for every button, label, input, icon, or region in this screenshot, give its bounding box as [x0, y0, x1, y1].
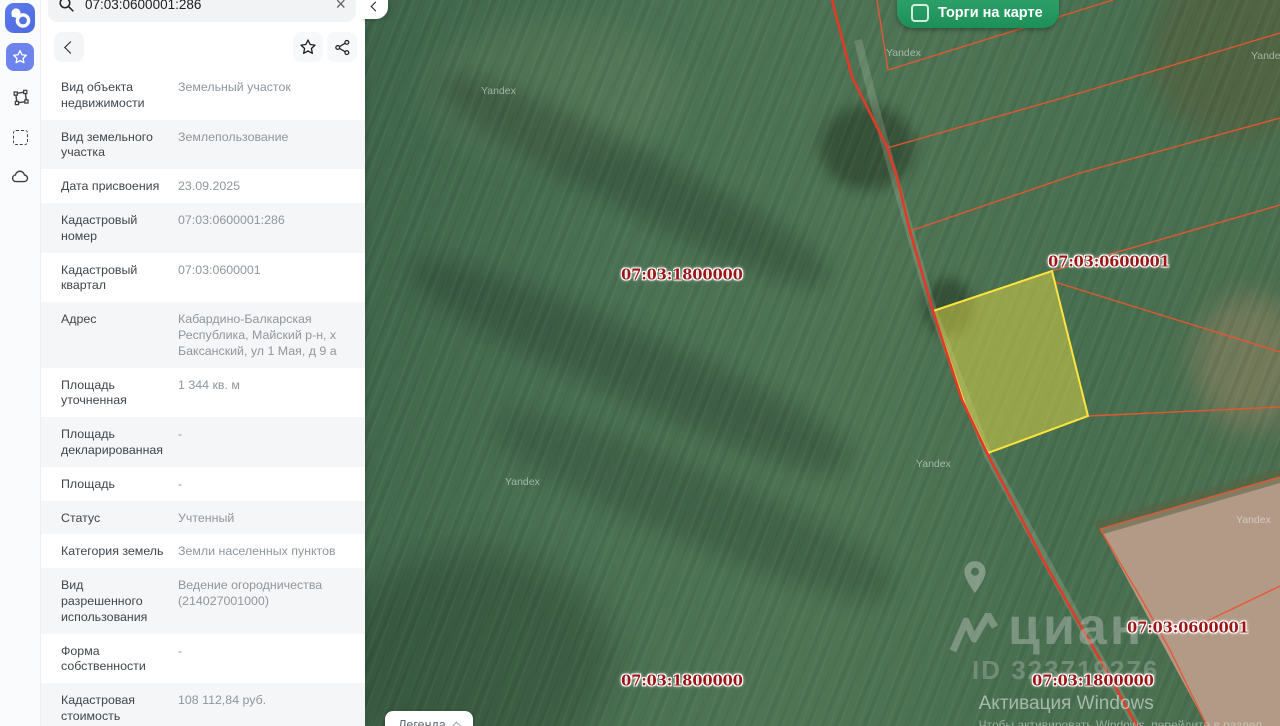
search-bar[interactable]: × [48, 0, 356, 22]
chevron-left-icon [64, 40, 77, 54]
attribute-row: Кадастровый номер 07:03:0600001:286 [40, 202, 365, 253]
attribute-value: - [178, 427, 183, 442]
attribute-label: Кадастровый номер [61, 212, 138, 243]
close-icon: × [335, 0, 346, 14]
legend-button[interactable]: Легенда [385, 711, 473, 726]
attribute-value: - [178, 643, 183, 658]
attribute-row: Вид земельного участка Землепользование [40, 119, 365, 170]
attribute-value: Ведение огородничества (214027001000) [178, 578, 323, 608]
torgi-on-map-button[interactable]: Торги на карте [897, 0, 1059, 28]
back-button[interactable] [54, 32, 84, 62]
clear-search-button[interactable]: × [335, 0, 346, 13]
share-button[interactable] [327, 32, 357, 62]
attribute-value: Учтенный [178, 510, 235, 525]
attribute-label: Вид объекта недвижимости [61, 80, 145, 110]
attribute-value: 108 112,84 руб. [178, 693, 267, 708]
attribute-row: Адрес Кабардино-Балкарская Республика, М… [40, 302, 365, 368]
attribute-value: - [178, 476, 183, 491]
attribute-row: Вид разрешенного использования Ведение о… [40, 568, 365, 634]
dashed-square-icon [12, 129, 28, 145]
attribute-label: Площадь декларированная [61, 427, 164, 457]
map-canvas[interactable]: 07:03:1800000 07:03:0600001 07:03:0600001 0… [365, 0, 1280, 726]
attribute-label: Статус [61, 510, 101, 525]
attribute-row: Кадастровый квартал 07:03:0600001 [40, 253, 365, 303]
cloud-icon [11, 170, 29, 183]
attribute-label: Площадь [61, 476, 115, 491]
attribute-label: Дата присвоения [61, 179, 160, 194]
attribute-label: Категория земель [61, 544, 164, 559]
chevron-left-icon [370, 1, 380, 12]
favorites-tool-button[interactable] [6, 43, 34, 71]
attribute-value: 1 344 кв. м [178, 377, 240, 392]
search-icon [59, 0, 74, 12]
favorite-object-button[interactable] [293, 32, 323, 62]
chevron-up-icon [451, 721, 462, 726]
app-logo-icon [11, 8, 31, 28]
attribute-value: 23.09.2025 [178, 179, 241, 194]
polygon-tool-icon [13, 89, 29, 105]
object-attributes-list: Вид объекта недвижимости Земельный участ… [40, 70, 365, 726]
attribute-value: 07:03:0600001 [178, 262, 261, 277]
star-icon [300, 39, 316, 54]
torgi-checkbox-icon[interactable] [911, 3, 929, 22]
attribute-label: Вид земельного участка [61, 129, 153, 160]
attribute-label: Форма собственности [61, 643, 146, 674]
attribute-row: Площадь уточненная 1 344 кв. м [40, 368, 365, 418]
layers-cloud-tool-button[interactable] [6, 163, 34, 191]
select-area-tool-button[interactable] [6, 123, 34, 151]
attribute-value: Землепользование [178, 129, 289, 144]
measure-polygon-tool-button[interactable] [6, 83, 34, 111]
attribute-label: Адрес [61, 312, 97, 327]
attribute-row: Статус Учтенный [40, 500, 365, 535]
cadastral-lines-layer [830, 0, 1280, 726]
attribute-row: Кадастровая стоимость 108 112,84 руб. [40, 683, 365, 726]
attribute-value: 07:03:0600001:286 [178, 212, 285, 227]
attribute-label: Площадь уточненная [61, 377, 127, 408]
share-icon [334, 39, 349, 55]
torgi-button-label: Торги на карте [938, 4, 1043, 21]
object-info-panel: × Вид объекта недвижимости Земельный уча… [40, 0, 365, 726]
attribute-label: Кадастровый квартал [61, 262, 138, 293]
attribute-label: Кадастровая стоимость [61, 693, 135, 723]
legend-button-label: Легенда [398, 717, 446, 726]
attribute-row: Площадь декларированная - [40, 417, 365, 467]
attribute-value: Кабардино-Балкарская Республика, Майский… [178, 312, 337, 358]
attribute-row: Категория земель Земли населенных пункто… [40, 534, 365, 568]
cadastral-map-app: 07:03:1800000 07:03:0600001 07:03:0600001 0… [0, 0, 1280, 726]
attribute-label: Вид разрешенного использования [61, 578, 148, 624]
attribute-row: Дата присвоения 23.09.2025 [40, 169, 365, 203]
tool-rail [0, 0, 41, 726]
attribute-row: Вид объекта недвижимости Земельный участ… [40, 70, 365, 120]
star-icon [13, 50, 27, 64]
attribute-row: Площадь - [40, 467, 365, 501]
search-input[interactable] [83, 0, 336, 13]
attribute-row: Форма собственности - [40, 634, 365, 684]
app-logo[interactable] [5, 3, 35, 33]
attribute-value: Земли населенных пунктов [178, 544, 336, 559]
attribute-value: Земельный участок [178, 80, 291, 94]
selected-parcel-polygon [931, 269, 1090, 455]
